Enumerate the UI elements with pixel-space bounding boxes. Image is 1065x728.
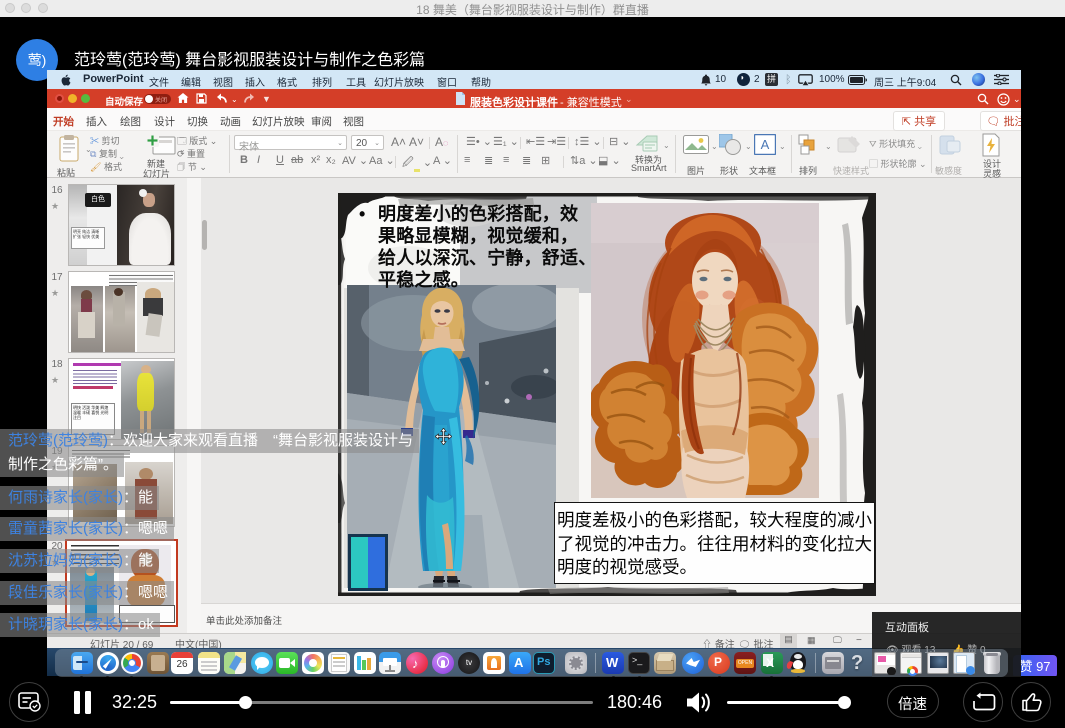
svg-text:A: A <box>761 137 770 152</box>
